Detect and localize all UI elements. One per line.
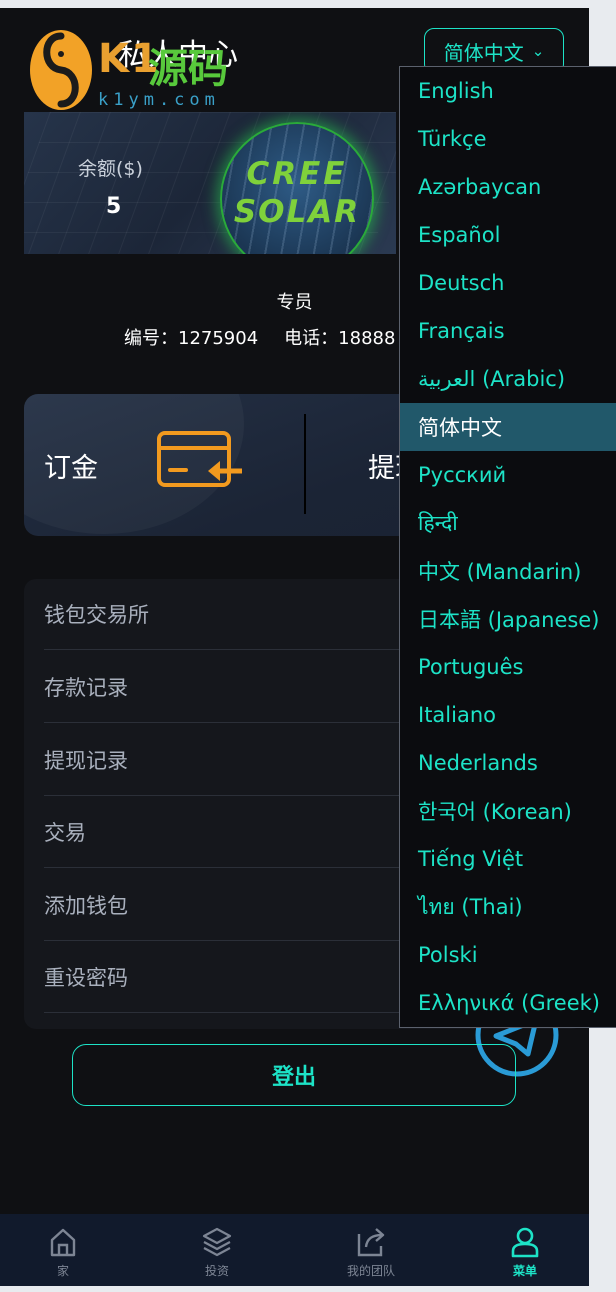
language-select-label: 简体中文 xyxy=(443,40,524,65)
watermark-source: 源码 xyxy=(148,46,228,92)
language-option-spanish[interactable]: Español xyxy=(400,211,616,259)
menu-item-label: 添加钱包 xyxy=(44,894,128,918)
language-option-german[interactable]: Deutsch xyxy=(400,259,616,307)
menu-item-label: 钱包交易所 xyxy=(44,603,149,627)
language-option-hindi[interactable]: हिन्दी xyxy=(400,499,616,547)
member-info: 编号：1275904 电话：18888 xyxy=(124,324,421,350)
nav-label: 我的团队 xyxy=(346,1264,395,1278)
user-icon xyxy=(511,1227,539,1258)
language-option-italian[interactable]: Italiano xyxy=(400,691,616,739)
logout-button[interactable]: 登出 xyxy=(72,1044,516,1106)
nav-label: 家 xyxy=(56,1264,69,1278)
nav-label: 投资 xyxy=(204,1264,229,1278)
nav-item-menu[interactable]: 菜单 xyxy=(465,1214,585,1286)
language-option-french[interactable]: Français xyxy=(400,307,616,355)
chevron-down-icon: ⌄ xyxy=(531,42,545,60)
member-phone: 电话：18888 xyxy=(284,328,396,349)
balance-banner: 余额($) 5 CREE SOLAR xyxy=(24,112,396,254)
language-option-russian[interactable]: Русский xyxy=(400,451,616,499)
language-option-japanese[interactable]: 日本語 (Japanese) xyxy=(400,595,616,643)
language-option-korean[interactable]: 한국어 (Korean) xyxy=(400,787,616,835)
logo-text-line1: CREE xyxy=(246,156,348,192)
member-id: 编号：1275904 xyxy=(124,328,259,349)
credit-card-icon[interactable] xyxy=(156,430,244,494)
language-option-vietnamese[interactable]: Tiếng Việt xyxy=(400,835,616,883)
menu-item-label: 交易 xyxy=(44,821,86,845)
watermark-url: k1ym.com xyxy=(98,90,220,110)
bottom-nav: 家 投资 我的团队 菜单 xyxy=(0,1214,589,1286)
menu-item-label: 重设密码 xyxy=(44,966,128,990)
language-option-portuguese[interactable]: Português xyxy=(400,643,616,691)
language-option-azerbaijani[interactable]: Azərbaycan xyxy=(400,163,616,211)
menu-item-label: 存款记录 xyxy=(44,676,128,700)
nav-item-invest[interactable]: 投资 xyxy=(157,1214,277,1286)
menu-item-label: 提现记录 xyxy=(44,749,128,773)
language-option-simplified-chinese[interactable]: 简体中文 xyxy=(400,403,616,451)
language-option-dutch[interactable]: Nederlands xyxy=(400,739,616,787)
language-option-mandarin[interactable]: 中文 (Mandarin) xyxy=(400,547,616,595)
nav-item-my-team[interactable]: 我的团队 xyxy=(311,1214,431,1286)
balance-value: 5 xyxy=(106,194,122,219)
deposit-button[interactable]: 订金 xyxy=(44,446,98,485)
nav-label: 菜单 xyxy=(512,1264,537,1278)
logo-text-line2: SOLAR xyxy=(233,194,361,230)
k1ym-watermark: K1 源码 k1ym.com xyxy=(28,28,248,120)
language-option-thai[interactable]: ไทย (Thai) xyxy=(400,883,616,931)
language-option-english[interactable]: English xyxy=(400,67,616,115)
language-option-polish[interactable]: Polski xyxy=(400,931,616,979)
watermark-logo-icon xyxy=(30,30,92,110)
layers-icon xyxy=(202,1227,232,1257)
share-icon xyxy=(357,1228,385,1257)
language-dropdown-menu: English Türkçe Azərbaycan Español Deutsc… xyxy=(399,66,616,1028)
language-option-arabic[interactable]: العربية (Arabic) xyxy=(400,355,616,403)
nav-item-home[interactable]: 家 xyxy=(3,1214,123,1286)
cree-solar-logo: CREE SOLAR xyxy=(220,122,374,254)
card-divider xyxy=(304,414,306,514)
language-option-greek[interactable]: Ελληνικά (Greek) xyxy=(400,979,616,1027)
home-icon xyxy=(50,1228,76,1257)
balance-label: 余额($) xyxy=(78,158,143,180)
language-option-turkish[interactable]: Türkçe xyxy=(400,115,616,163)
